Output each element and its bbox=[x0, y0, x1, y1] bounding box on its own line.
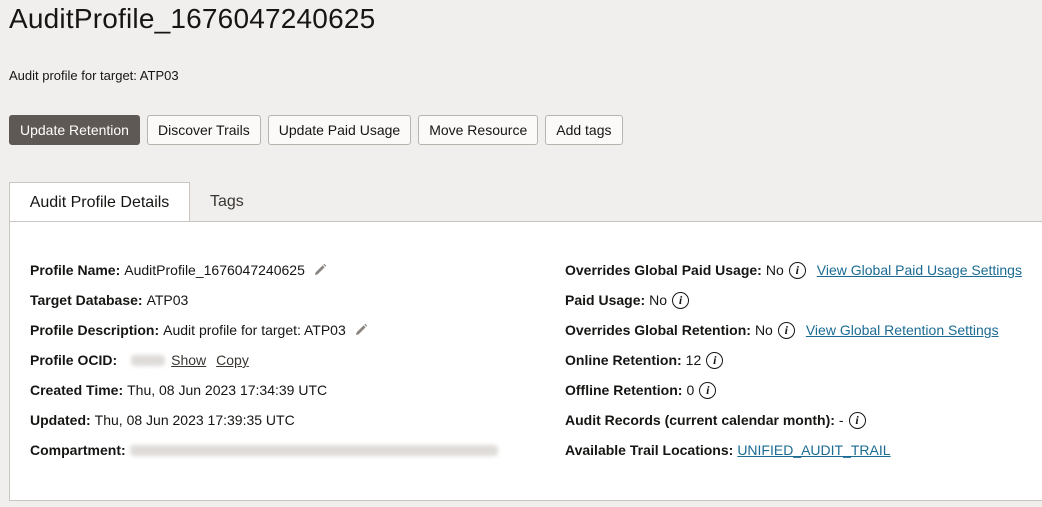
discover-trails-button[interactable]: Discover Trails bbox=[146, 115, 261, 145]
overrides-retention-label: Overrides Global Retention: bbox=[565, 322, 751, 338]
profile-description-row: Profile Description: Audit profile for t… bbox=[30, 315, 504, 345]
view-global-paid-usage-link[interactable]: View Global Paid Usage Settings bbox=[817, 262, 1022, 278]
target-database-label: Target Database: bbox=[30, 292, 143, 308]
overrides-retention-row: Overrides Global Retention: No i View Gl… bbox=[565, 315, 1022, 345]
tab-bar: Audit Profile Details Tags bbox=[9, 182, 264, 223]
updated-row: Updated: Thu, 08 Jun 2023 17:39:35 UTC bbox=[30, 405, 504, 435]
updated-value: Thu, 08 Jun 2023 17:39:35 UTC bbox=[94, 412, 295, 428]
profile-description-label: Profile Description: bbox=[30, 322, 160, 338]
details-left-column: Profile Name: AuditProfile_1676047240625… bbox=[30, 255, 504, 465]
trail-locations-label: Available Trail Locations: bbox=[565, 442, 734, 458]
audit-records-label: Audit Records (current calendar month): bbox=[565, 412, 835, 428]
info-icon[interactable]: i bbox=[788, 261, 806, 279]
created-time-row: Created Time: Thu, 08 Jun 2023 17:34:39 … bbox=[30, 375, 504, 405]
info-icon[interactable]: i bbox=[777, 321, 795, 339]
created-time-value: Thu, 08 Jun 2023 17:34:39 UTC bbox=[127, 382, 328, 398]
audit-records-row: Audit Records (current calendar month): … bbox=[565, 405, 1022, 435]
page-header: AuditProfile_1676047240625 Audit profile… bbox=[0, 0, 1042, 223]
overrides-paid-usage-row: Overrides Global Paid Usage: No i View G… bbox=[565, 255, 1022, 285]
compartment-label: Compartment: bbox=[30, 442, 126, 458]
view-global-retention-link[interactable]: View Global Retention Settings bbox=[806, 322, 999, 338]
paid-usage-row: Paid Usage: No i bbox=[565, 285, 1022, 315]
info-icon[interactable]: i bbox=[672, 291, 690, 309]
redacted-ocid bbox=[131, 354, 166, 366]
redacted-compartment bbox=[129, 444, 498, 456]
info-icon[interactable]: i bbox=[706, 351, 724, 369]
online-retention-label: Online Retention: bbox=[565, 352, 682, 368]
compartment-row: Compartment: bbox=[30, 435, 504, 465]
action-bar: Update Retention Discover Trails Update … bbox=[9, 115, 623, 145]
page-subtitle: Audit profile for target: ATP03 bbox=[9, 68, 179, 83]
created-time-label: Created Time: bbox=[30, 382, 124, 398]
target-database-row: Target Database: ATP03 bbox=[30, 285, 504, 315]
unified-audit-trail-link[interactable]: UNIFIED_AUDIT_TRAIL bbox=[737, 442, 890, 458]
profile-ocid-row: Profile OCID: Show Copy bbox=[30, 345, 504, 375]
copy-ocid-link[interactable]: Copy bbox=[216, 352, 249, 368]
updated-label: Updated: bbox=[30, 412, 91, 428]
tab-audit-profile-details[interactable]: Audit Profile Details bbox=[9, 182, 190, 223]
info-icon[interactable]: i bbox=[848, 411, 866, 429]
offline-retention-value: 0 bbox=[686, 382, 695, 398]
paid-usage-label: Paid Usage: bbox=[565, 292, 646, 308]
online-retention-value: 12 bbox=[685, 352, 702, 368]
update-paid-usage-button[interactable]: Update Paid Usage bbox=[267, 115, 412, 145]
profile-description-value: Audit profile for target: ATP03 bbox=[163, 322, 346, 338]
tab-tags[interactable]: Tags bbox=[190, 182, 264, 222]
profile-name-label: Profile Name: bbox=[30, 262, 121, 278]
update-retention-button[interactable]: Update Retention bbox=[9, 115, 140, 145]
overrides-paid-usage-value: No bbox=[765, 262, 784, 278]
target-database-value: ATP03 bbox=[146, 292, 189, 308]
details-right-column: Overrides Global Paid Usage: No i View G… bbox=[565, 255, 1022, 465]
page-title: AuditProfile_1676047240625 bbox=[9, 3, 376, 34]
overrides-retention-value: No bbox=[754, 322, 773, 338]
pencil-icon[interactable] bbox=[313, 263, 327, 277]
details-panel: Profile Name: AuditProfile_1676047240625… bbox=[9, 221, 1042, 501]
profile-name-row: Profile Name: AuditProfile_1676047240625 bbox=[30, 255, 504, 285]
profile-name-value: AuditProfile_1676047240625 bbox=[124, 262, 305, 278]
move-resource-button[interactable]: Move Resource bbox=[418, 115, 539, 145]
trail-locations-row: Available Trail Locations: UNIFIED_AUDIT… bbox=[565, 435, 1022, 465]
pencil-icon[interactable] bbox=[354, 323, 368, 337]
audit-records-value: - bbox=[838, 412, 844, 428]
offline-retention-row: Offline Retention: 0 i bbox=[565, 375, 1022, 405]
overrides-paid-usage-label: Overrides Global Paid Usage: bbox=[565, 262, 762, 278]
offline-retention-label: Offline Retention: bbox=[565, 382, 683, 398]
online-retention-row: Online Retention: 12 i bbox=[565, 345, 1022, 375]
profile-ocid-label: Profile OCID: bbox=[30, 352, 118, 368]
show-ocid-link[interactable]: Show bbox=[171, 352, 206, 368]
info-icon[interactable]: i bbox=[699, 381, 717, 399]
paid-usage-value: No bbox=[649, 292, 668, 308]
add-tags-button[interactable]: Add tags bbox=[545, 115, 623, 145]
